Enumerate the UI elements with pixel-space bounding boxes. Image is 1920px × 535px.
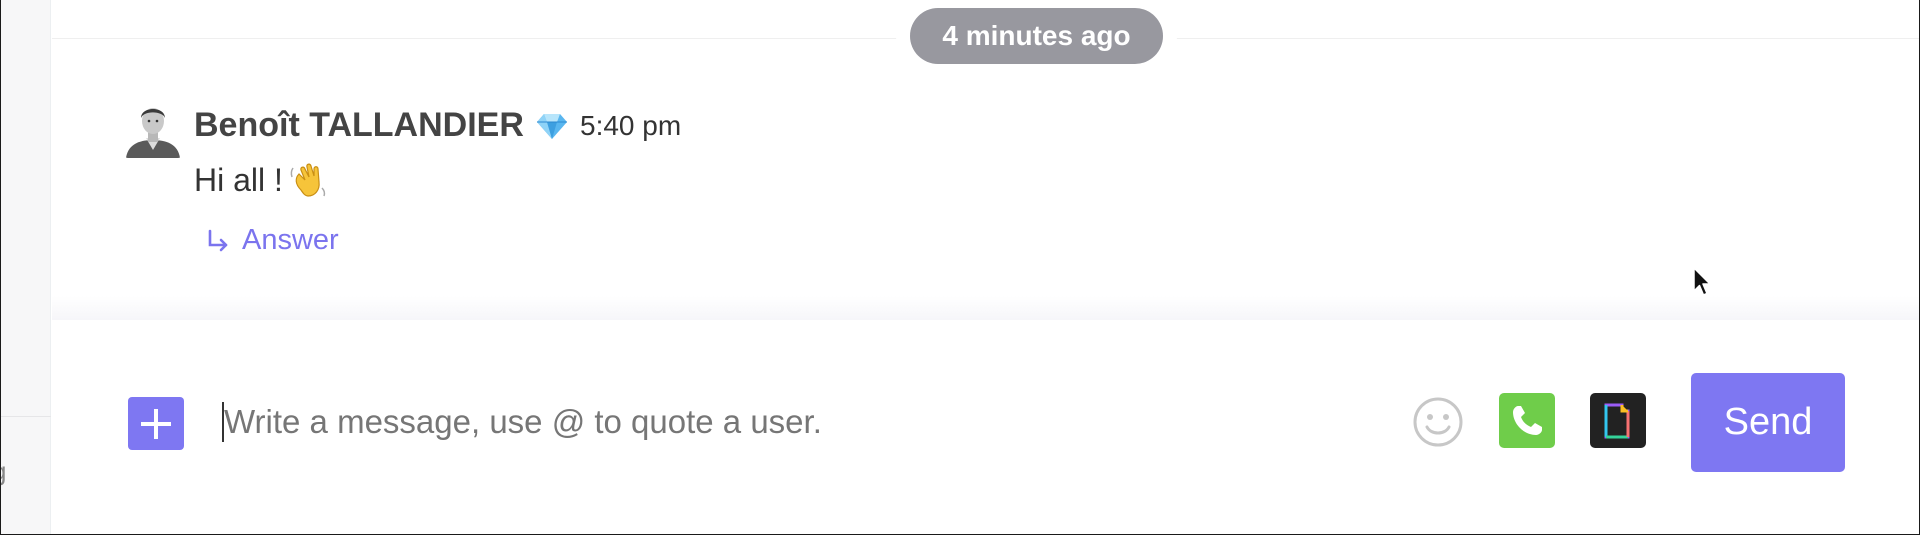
message-input[interactable] <box>220 396 1400 448</box>
diamond-icon <box>537 114 567 139</box>
smiley-icon <box>1413 397 1463 447</box>
answer-label: Answer <box>242 224 339 256</box>
message-text: Hi all ! <box>194 161 283 198</box>
sidebar-divider <box>1 416 51 417</box>
answer-link[interactable]: Answer <box>204 224 339 257</box>
reply-arrow-icon <box>208 229 228 251</box>
date-separator: 4 minutes ago <box>910 8 1163 64</box>
sidebar-edge: g <box>1 0 51 534</box>
waving-hand-icon <box>290 163 326 197</box>
message-list[interactable]: 4 minutes ago Benoît TALLANDIER 5:40 pm <box>52 0 1919 320</box>
send-button[interactable]: Send <box>1691 373 1845 472</box>
composer-shadow <box>52 296 1919 320</box>
emoji-button[interactable] <box>1412 396 1464 448</box>
sidebar-clipped-text: g <box>1 458 6 484</box>
add-attachment-button[interactable] <box>128 397 184 450</box>
call-button[interactable] <box>1499 393 1555 448</box>
message-author[interactable]: Benoît TALLANDIER <box>194 106 524 145</box>
mouse-cursor-icon <box>1693 267 1711 296</box>
gif-button[interactable] <box>1590 393 1646 448</box>
avatar[interactable] <box>124 98 182 158</box>
message-composer: Send <box>52 320 1919 534</box>
message-body: Hi all ! <box>194 160 329 200</box>
app-frame: g 4 minutes ago Benoît TALLANDIER <box>0 0 1920 535</box>
gif-icon <box>1604 403 1630 438</box>
message-time: 5:40 pm <box>580 110 682 141</box>
plus-icon <box>141 408 171 439</box>
phone-icon <box>1513 405 1542 435</box>
